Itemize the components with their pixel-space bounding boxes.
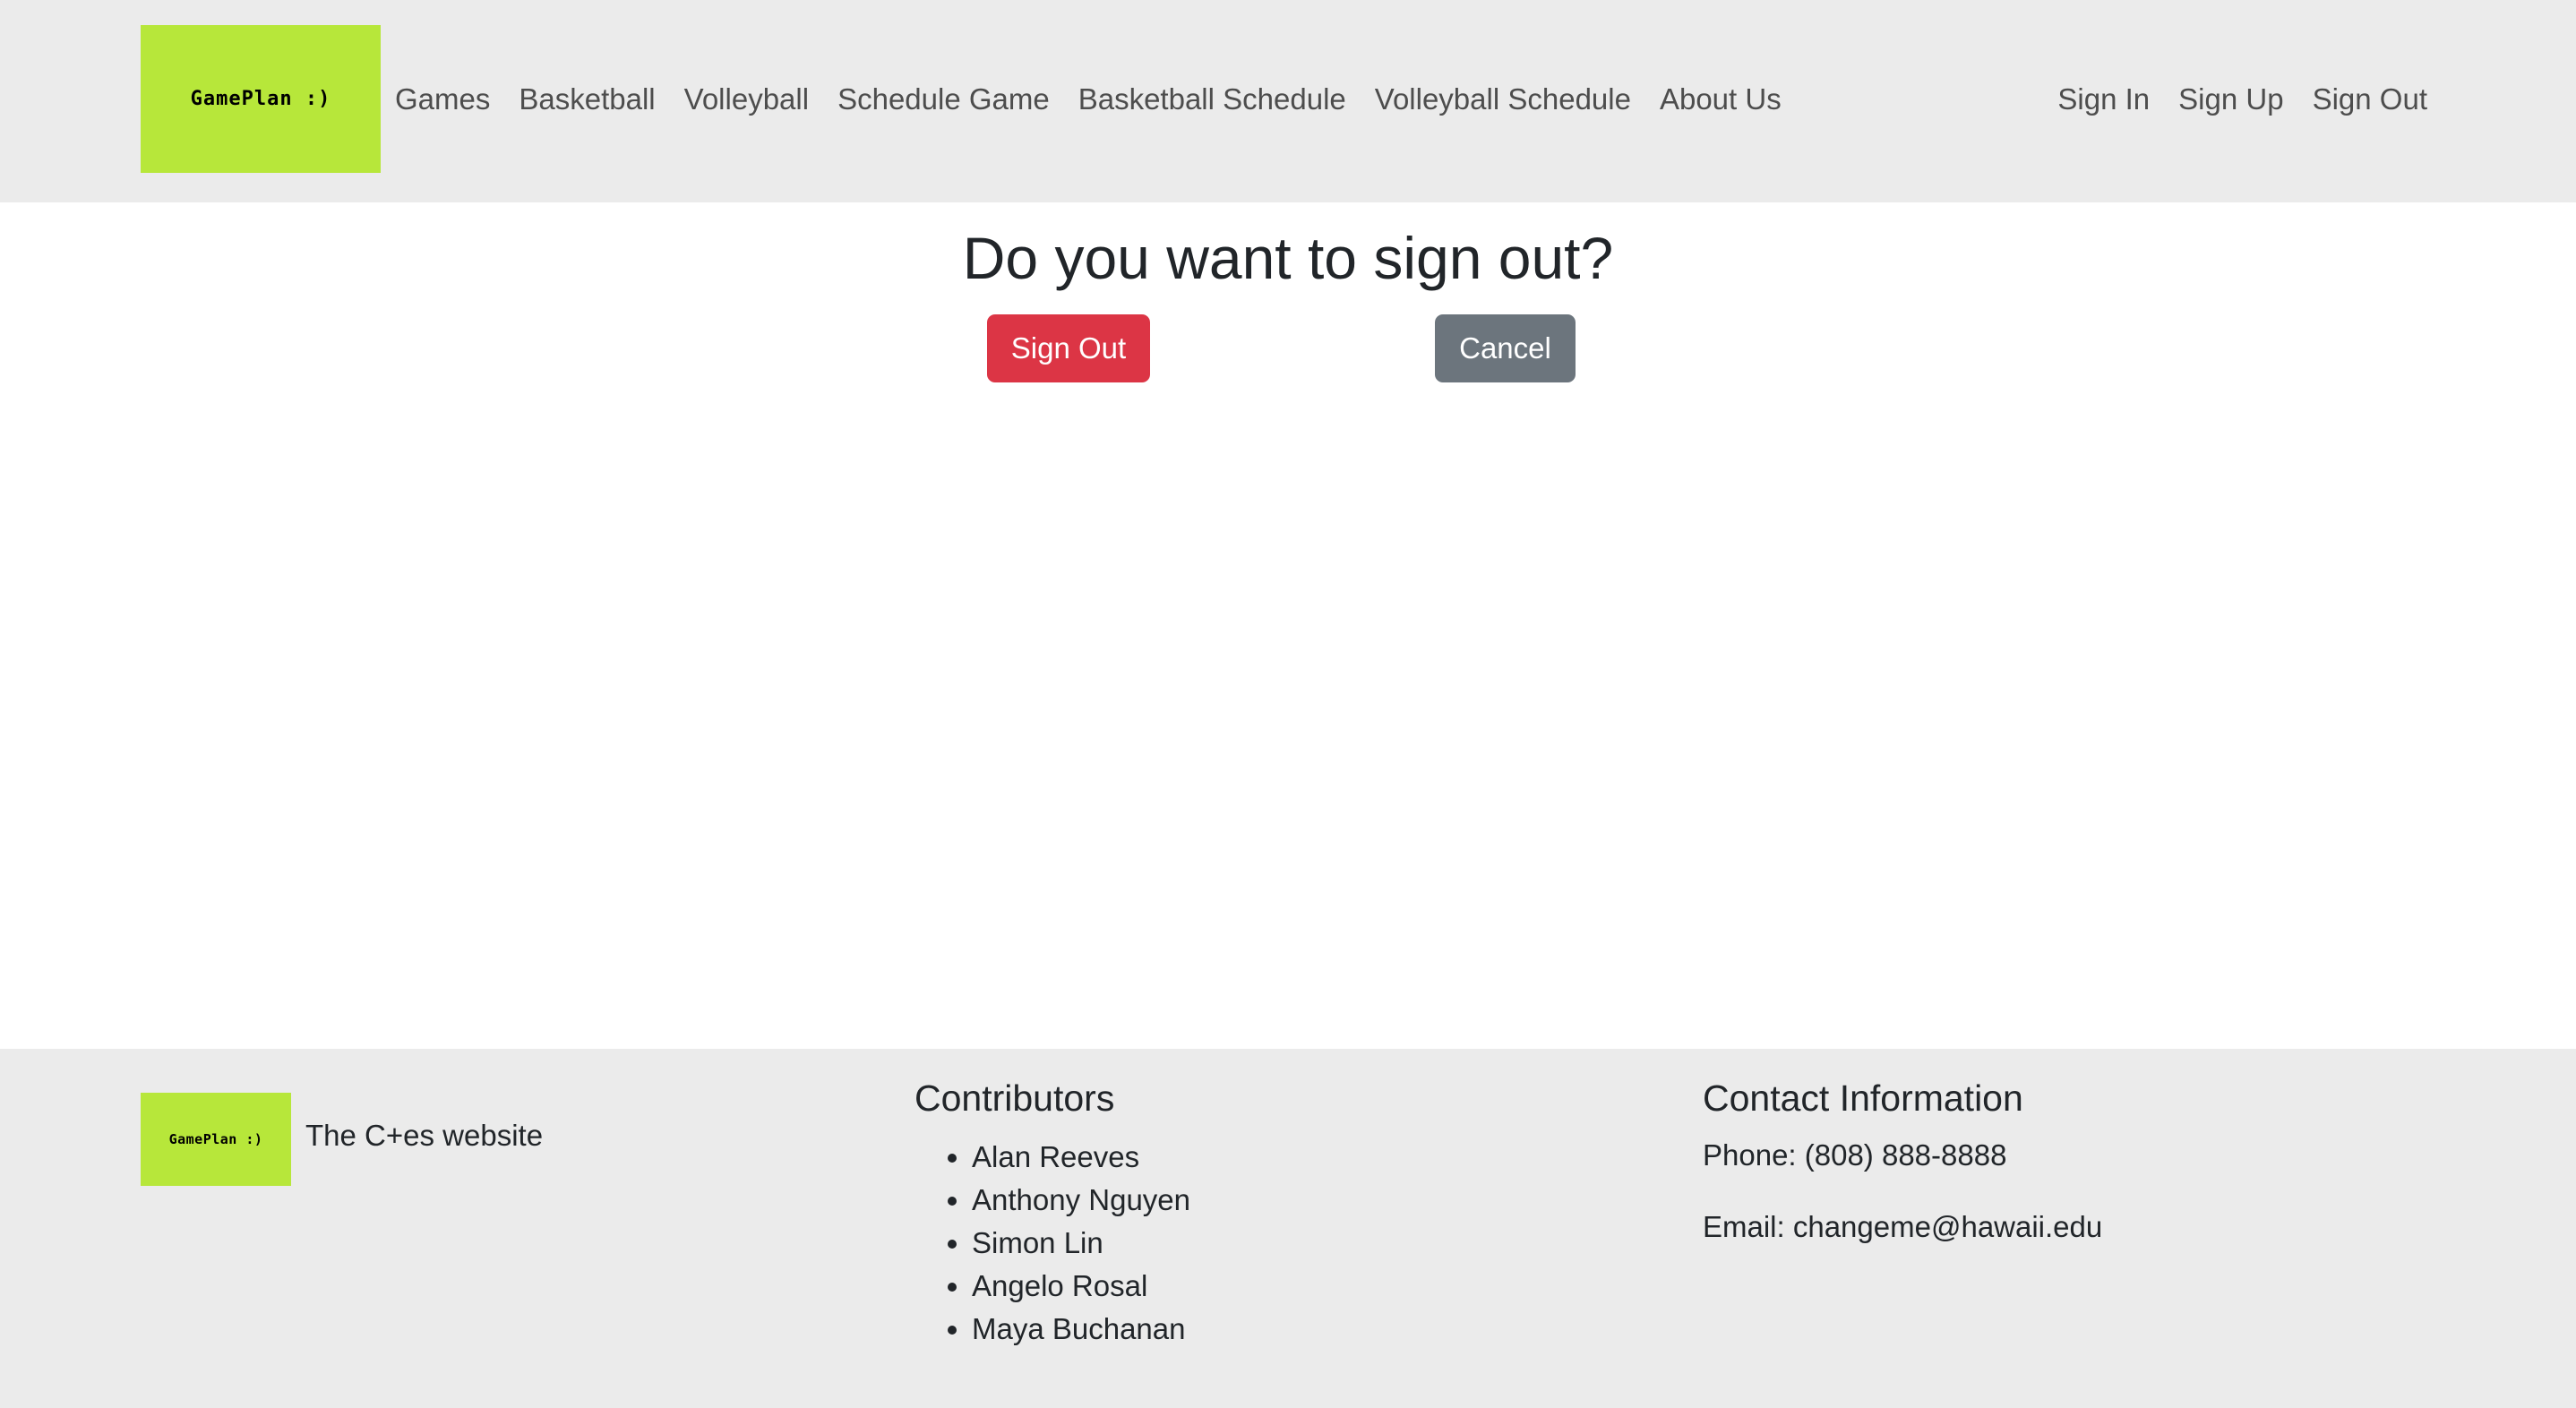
brand-logo[interactable]: GamePlan :)	[141, 25, 381, 173]
nav-link-schedule-game[interactable]: Schedule Game	[823, 82, 1064, 116]
nav-link-basketball[interactable]: Basketball	[504, 82, 669, 116]
nav-link-basketball-schedule[interactable]: Basketball Schedule	[1064, 82, 1361, 116]
contributors-heading: Contributors	[914, 1077, 1115, 1119]
nav-links-left: Games Basketball Volleyball Schedule Gam…	[381, 0, 1796, 199]
page-title: Do you want to sign out?	[962, 225, 1614, 291]
footer-tagline: The C+es website	[305, 1119, 544, 1152]
brand-logo-text: GamePlan :)	[190, 88, 331, 110]
contact-phone: Phone: (808) 888-8888	[1703, 1138, 2007, 1172]
footer-logo-text: GamePlan :)	[168, 1131, 263, 1147]
list-item: Maya Buchanan	[972, 1308, 1190, 1351]
list-item: Angelo Rosal	[972, 1265, 1190, 1308]
sign-out-button[interactable]: Sign Out	[987, 314, 1150, 382]
list-item: Alan Reeves	[972, 1136, 1190, 1179]
cancel-button[interactable]: Cancel	[1435, 314, 1576, 382]
contact-heading: Contact Information	[1703, 1077, 2023, 1119]
top-navbar: GamePlan :) Games Basketball Volleyball …	[0, 0, 2576, 202]
list-item: Anthony Nguyen	[972, 1179, 1190, 1222]
nav-links-right: Sign In Sign Up Sign Out	[2043, 0, 2442, 199]
footer: GamePlan :) The C+es website Contributor…	[0, 1049, 2576, 1408]
contributors-list: Alan Reeves Anthony Nguyen Simon Lin Ang…	[950, 1136, 1190, 1351]
nav-link-volleyball-schedule[interactable]: Volleyball Schedule	[1361, 82, 1645, 116]
nav-link-about-us[interactable]: About Us	[1645, 82, 1796, 116]
footer-logo: GamePlan :)	[141, 1093, 291, 1186]
nav-link-games[interactable]: Games	[381, 82, 504, 116]
nav-link-volleyball[interactable]: Volleyball	[670, 82, 823, 116]
nav-link-sign-in[interactable]: Sign In	[2043, 82, 2164, 116]
nav-link-sign-up[interactable]: Sign Up	[2164, 82, 2297, 116]
list-item: Simon Lin	[972, 1222, 1190, 1265]
nav-link-sign-out[interactable]: Sign Out	[2298, 82, 2442, 116]
contact-email: Email: changeme@hawaii.edu	[1703, 1210, 2103, 1243]
